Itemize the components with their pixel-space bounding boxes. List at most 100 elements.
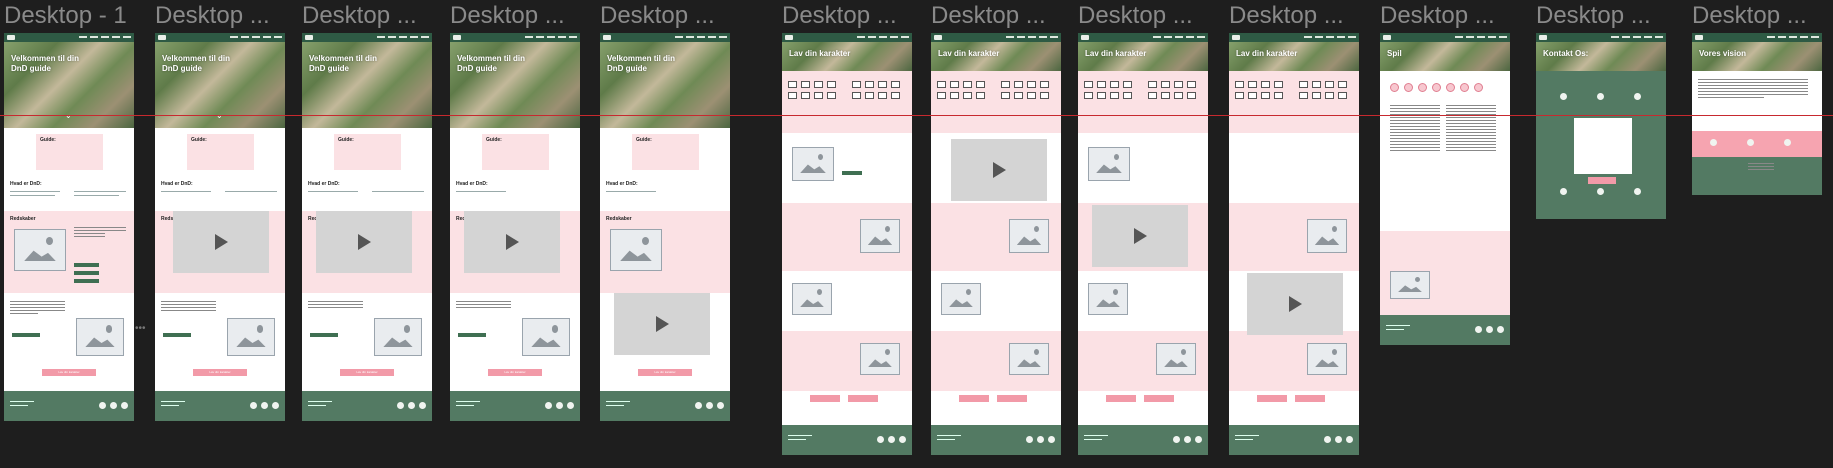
instagram-icon[interactable] bbox=[1710, 139, 1717, 146]
dice-icon[interactable] bbox=[1474, 83, 1483, 92]
facebook-icon[interactable] bbox=[556, 402, 563, 409]
play-icon[interactable] bbox=[656, 316, 669, 332]
facebook-icon[interactable] bbox=[110, 402, 117, 409]
discord-icon[interactable] bbox=[99, 402, 106, 409]
frame-contact[interactable]: Kontakt Os: bbox=[1536, 33, 1666, 219]
discord-icon[interactable] bbox=[1475, 326, 1482, 333]
frame-character-2[interactable]: Lav din karakter bbox=[931, 33, 1061, 455]
dice-icon[interactable] bbox=[1418, 83, 1427, 92]
hero-title: Velkommen til din DnD guide bbox=[457, 54, 526, 73]
facebook-icon[interactable] bbox=[1037, 436, 1044, 443]
play-icon[interactable] bbox=[506, 234, 519, 250]
instagram-icon[interactable] bbox=[272, 402, 279, 409]
frame-character-1[interactable]: Lav din karakter bbox=[782, 33, 912, 455]
pink-button[interactable] bbox=[848, 395, 878, 402]
video-player[interactable] bbox=[1247, 273, 1343, 335]
pink-button[interactable] bbox=[1295, 395, 1325, 402]
pink-button[interactable] bbox=[1106, 395, 1136, 402]
discord-icon[interactable] bbox=[695, 402, 702, 409]
video-player[interactable] bbox=[173, 211, 269, 273]
submit-button[interactable] bbox=[1588, 177, 1616, 184]
frame-character-3[interactable]: Lav din karakter bbox=[1078, 33, 1208, 455]
facebook-icon[interactable] bbox=[706, 402, 713, 409]
facebook-icon[interactable] bbox=[888, 436, 895, 443]
dice-icon[interactable] bbox=[1404, 83, 1413, 92]
frame-title-3[interactable]: Desktop ... bbox=[302, 2, 427, 30]
pink-button[interactable] bbox=[959, 395, 989, 402]
dice-icon[interactable] bbox=[1446, 83, 1455, 92]
frame-title-10[interactable]: Desktop ... bbox=[1380, 2, 1510, 30]
video-player[interactable] bbox=[464, 211, 560, 273]
frame-home-1[interactable]: Velkommen til din DnD guide ⌄ Guide: Hva… bbox=[4, 33, 134, 421]
facebook-icon[interactable] bbox=[1747, 139, 1754, 146]
instagram-icon[interactable] bbox=[717, 402, 724, 409]
hero-title: Lav din karakter bbox=[1085, 49, 1147, 58]
play-icon[interactable] bbox=[358, 234, 371, 250]
frame-vision[interactable]: Vores vision bbox=[1692, 33, 1822, 195]
frame-title-7[interactable]: Desktop ... bbox=[931, 2, 1061, 30]
discord-icon[interactable] bbox=[397, 402, 404, 409]
frame-home-3[interactable]: Velkommen til din DnD guide Guide: Hvad … bbox=[302, 33, 432, 421]
instagram-icon[interactable] bbox=[1048, 436, 1055, 443]
video-player[interactable] bbox=[951, 139, 1047, 201]
facebook-icon[interactable] bbox=[408, 402, 415, 409]
create-character-button[interactable]: Lav din karakter bbox=[488, 369, 542, 376]
discord-icon[interactable] bbox=[1324, 436, 1331, 443]
pink-button[interactable] bbox=[1257, 395, 1287, 402]
instagram-icon[interactable] bbox=[1497, 326, 1504, 333]
facebook-icon[interactable] bbox=[1335, 436, 1342, 443]
discord-icon[interactable] bbox=[877, 436, 884, 443]
instagram-icon[interactable] bbox=[1195, 436, 1202, 443]
frame-title-6[interactable]: Desktop ... bbox=[782, 2, 912, 30]
discord-icon[interactable] bbox=[1784, 139, 1791, 146]
contact-form[interactable] bbox=[1574, 118, 1632, 174]
frame-title-4[interactable]: Desktop ... bbox=[450, 2, 575, 30]
instagram-icon[interactable] bbox=[1560, 93, 1567, 100]
discord-icon[interactable] bbox=[1026, 436, 1033, 443]
play-icon[interactable] bbox=[1289, 296, 1302, 312]
play-icon[interactable] bbox=[993, 162, 1006, 178]
discord-icon[interactable] bbox=[1173, 436, 1180, 443]
frame-character-4[interactable]: Lav din karakter bbox=[1229, 33, 1359, 455]
video-player[interactable] bbox=[614, 293, 710, 355]
frame-title-11[interactable]: Desktop ... bbox=[1536, 2, 1666, 30]
frame-home-2[interactable]: Velkommen til din DnD guide⌄ Guide: Hvad… bbox=[155, 33, 285, 421]
logo[interactable] bbox=[7, 35, 15, 40]
instagram-icon[interactable] bbox=[121, 402, 128, 409]
instagram-icon[interactable] bbox=[1346, 436, 1353, 443]
dice-icon[interactable] bbox=[1460, 83, 1469, 92]
frame-title-2[interactable]: Desktop ... bbox=[155, 2, 280, 30]
video-player[interactable] bbox=[316, 211, 412, 273]
frame-game[interactable]: Spil bbox=[1380, 33, 1510, 345]
create-character-button[interactable]: Lav din karakter bbox=[193, 369, 247, 376]
instagram-icon[interactable] bbox=[419, 402, 426, 409]
frame-title-12[interactable]: Desktop ... bbox=[1692, 2, 1822, 30]
guide-title: Guide: bbox=[191, 137, 207, 143]
dice-icon[interactable] bbox=[1432, 83, 1441, 92]
facebook-icon[interactable] bbox=[1597, 93, 1604, 100]
facebook-icon[interactable] bbox=[1486, 326, 1493, 333]
video-player[interactable] bbox=[1092, 205, 1188, 267]
pink-button[interactable] bbox=[997, 395, 1027, 402]
instagram-icon[interactable] bbox=[899, 436, 906, 443]
play-icon[interactable] bbox=[215, 234, 228, 250]
facebook-icon[interactable] bbox=[1184, 436, 1191, 443]
frame-title-9[interactable]: Desktop ... bbox=[1229, 2, 1359, 30]
frame-title-5[interactable]: Desktop ... bbox=[600, 2, 730, 30]
play-icon[interactable] bbox=[1134, 228, 1147, 244]
discord-icon[interactable] bbox=[250, 402, 257, 409]
pink-button[interactable] bbox=[1144, 395, 1174, 402]
frame-home-4[interactable]: Velkommen til din DnD guide Guide: Hvad … bbox=[450, 33, 580, 421]
dice-icon[interactable] bbox=[1390, 83, 1399, 92]
pink-button[interactable] bbox=[810, 395, 840, 402]
frame-title-8[interactable]: Desktop ... bbox=[1078, 2, 1208, 30]
create-character-button[interactable]: Lav din karakter bbox=[638, 369, 692, 376]
create-character-button[interactable]: Lav din karakter bbox=[42, 369, 96, 376]
frame-title-1[interactable]: Desktop - 1 bbox=[4, 2, 129, 30]
facebook-icon[interactable] bbox=[261, 402, 268, 409]
create-character-button[interactable]: Lav din karakter bbox=[340, 369, 394, 376]
frame-home-5[interactable]: Velkommen til din DnD guide Guide: Hvad … bbox=[600, 33, 730, 421]
discord-icon[interactable] bbox=[1634, 93, 1641, 100]
discord-icon[interactable] bbox=[545, 402, 552, 409]
instagram-icon[interactable] bbox=[567, 402, 574, 409]
